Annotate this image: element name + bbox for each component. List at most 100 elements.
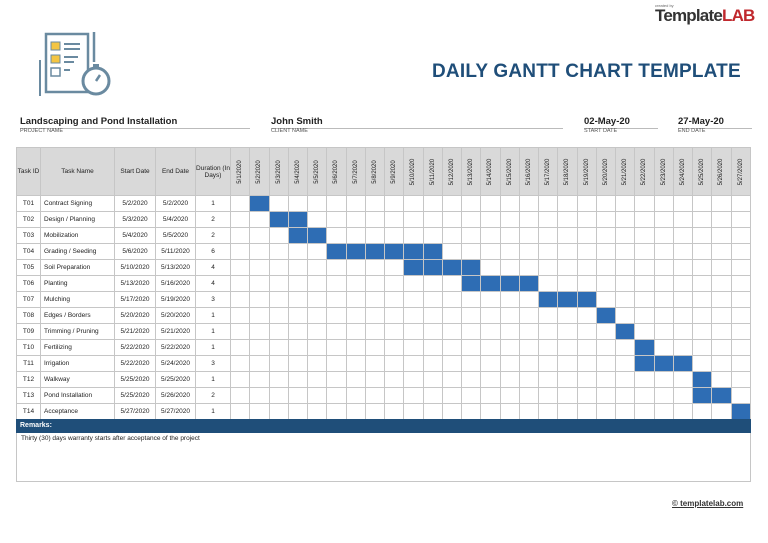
task-duration[interactable]: 4 bbox=[195, 259, 231, 276]
task-name[interactable]: Irrigation bbox=[40, 355, 115, 372]
task-name[interactable]: Contract Signing bbox=[40, 195, 115, 212]
task-name[interactable]: Soil Preparation bbox=[40, 259, 115, 276]
task-duration[interactable]: 3 bbox=[195, 355, 231, 372]
task-start[interactable]: 5/21/2020 bbox=[114, 323, 156, 340]
day-cell bbox=[576, 259, 597, 276]
task-id[interactable]: T08 bbox=[16, 307, 41, 324]
client-name-field[interactable]: John Smith bbox=[271, 116, 563, 129]
task-name[interactable]: Walkway bbox=[40, 371, 115, 388]
task-end[interactable]: 5/21/2020 bbox=[155, 323, 196, 340]
task-duration[interactable]: 1 bbox=[195, 339, 231, 356]
remarks-text[interactable]: Thirty (30) days warranty starts after a… bbox=[16, 433, 751, 482]
task-end[interactable]: 5/26/2020 bbox=[155, 387, 196, 404]
task-end[interactable]: 5/5/2020 bbox=[155, 227, 196, 244]
day-cell bbox=[595, 291, 617, 308]
task-name[interactable]: Acceptance bbox=[40, 403, 115, 420]
task-duration[interactable]: 1 bbox=[195, 403, 231, 420]
task-id[interactable]: T05 bbox=[16, 259, 41, 276]
task-start[interactable]: 5/25/2020 bbox=[114, 371, 156, 388]
task-end[interactable]: 5/22/2020 bbox=[155, 339, 196, 356]
task-id[interactable]: T02 bbox=[16, 211, 41, 228]
task-id[interactable]: T09 bbox=[16, 323, 41, 340]
task-id[interactable]: T04 bbox=[16, 243, 41, 260]
task-end[interactable]: 5/16/2020 bbox=[155, 275, 196, 292]
day-cell bbox=[634, 275, 655, 292]
task-start[interactable]: 5/3/2020 bbox=[114, 211, 156, 228]
day-cell bbox=[537, 371, 559, 388]
gantt-bar-cell bbox=[537, 291, 559, 308]
task-name[interactable]: Design / Planning bbox=[40, 211, 115, 228]
task-duration[interactable]: 3 bbox=[195, 291, 231, 308]
task-end[interactable]: 5/13/2020 bbox=[155, 259, 196, 276]
day-cell bbox=[326, 371, 347, 388]
task-duration[interactable]: 2 bbox=[195, 211, 231, 228]
task-start[interactable]: 5/20/2020 bbox=[114, 307, 156, 324]
day-cell bbox=[480, 291, 501, 308]
task-name[interactable]: Mulching bbox=[40, 291, 115, 308]
day-cell bbox=[672, 387, 694, 404]
task-start[interactable]: 5/2/2020 bbox=[114, 195, 156, 212]
footer-link[interactable]: © templatelab.com bbox=[672, 499, 743, 508]
task-name[interactable]: Mobilization bbox=[40, 227, 115, 244]
day-cell bbox=[326, 259, 347, 276]
task-start[interactable]: 5/4/2020 bbox=[114, 227, 156, 244]
task-end[interactable]: 5/11/2020 bbox=[155, 243, 196, 260]
task-duration[interactable]: 2 bbox=[195, 387, 231, 404]
day-label: 5/10/2020 bbox=[410, 158, 417, 185]
day-cell bbox=[268, 195, 289, 212]
task-name[interactable]: Grading / Seeding bbox=[40, 243, 115, 260]
task-id[interactable]: T12 bbox=[16, 371, 41, 388]
task-name[interactable]: Trimming / Pruning bbox=[40, 323, 115, 340]
day-cell bbox=[595, 355, 617, 372]
task-end[interactable]: 5/25/2020 bbox=[155, 371, 196, 388]
task-duration[interactable]: 1 bbox=[195, 195, 231, 212]
task-start[interactable]: 5/6/2020 bbox=[114, 243, 156, 260]
task-name[interactable]: Edges / Borders bbox=[40, 307, 115, 324]
task-end[interactable]: 5/2/2020 bbox=[155, 195, 196, 212]
task-end[interactable]: 5/20/2020 bbox=[155, 307, 196, 324]
task-duration[interactable]: 2 bbox=[195, 227, 231, 244]
task-name[interactable]: Pond Installation bbox=[40, 387, 115, 404]
day-cell bbox=[249, 291, 270, 308]
day-cell bbox=[422, 307, 443, 324]
task-id[interactable]: T01 bbox=[16, 195, 41, 212]
day-header: 5/1/2020 bbox=[229, 147, 251, 196]
task-name[interactable]: Fertilizing bbox=[40, 339, 115, 356]
task-id[interactable]: T06 bbox=[16, 275, 41, 292]
task-start[interactable]: 5/17/2020 bbox=[114, 291, 156, 308]
task-duration[interactable]: 4 bbox=[195, 275, 231, 292]
task-id[interactable]: T10 bbox=[16, 339, 41, 356]
task-id[interactable]: T03 bbox=[16, 227, 41, 244]
day-cell bbox=[480, 307, 501, 324]
day-cell bbox=[268, 259, 289, 276]
day-cell bbox=[460, 307, 482, 324]
task-end[interactable]: 5/4/2020 bbox=[155, 211, 196, 228]
task-start[interactable]: 5/22/2020 bbox=[114, 339, 156, 356]
day-header: 5/19/2020 bbox=[576, 147, 597, 196]
task-id[interactable]: T14 bbox=[16, 403, 41, 420]
day-cell bbox=[383, 227, 405, 244]
task-end[interactable]: 5/19/2020 bbox=[155, 291, 196, 308]
task-id[interactable]: T13 bbox=[16, 387, 41, 404]
task-duration[interactable]: 1 bbox=[195, 371, 231, 388]
day-cell bbox=[403, 371, 424, 388]
task-end[interactable]: 5/27/2020 bbox=[155, 403, 196, 420]
task-start[interactable]: 5/25/2020 bbox=[114, 387, 156, 404]
task-start[interactable]: 5/13/2020 bbox=[114, 275, 156, 292]
task-id[interactable]: T07 bbox=[16, 291, 41, 308]
task-duration[interactable]: 1 bbox=[195, 323, 231, 340]
task-name[interactable]: Planting bbox=[40, 275, 115, 292]
day-cell bbox=[518, 403, 540, 420]
day-cell bbox=[557, 243, 578, 260]
task-start[interactable]: 5/22/2020 bbox=[114, 355, 156, 372]
gantt-bar-cell bbox=[653, 355, 674, 372]
task-start[interactable]: 5/10/2020 bbox=[114, 259, 156, 276]
task-id[interactable]: T11 bbox=[16, 355, 41, 372]
task-start[interactable]: 5/27/2020 bbox=[114, 403, 156, 420]
task-end[interactable]: 5/24/2020 bbox=[155, 355, 196, 372]
day-label: 5/20/2020 bbox=[602, 158, 609, 185]
day-cell bbox=[249, 323, 270, 340]
day-cell bbox=[441, 243, 463, 260]
task-duration[interactable]: 6 bbox=[195, 243, 231, 260]
task-duration[interactable]: 1 bbox=[195, 307, 231, 324]
